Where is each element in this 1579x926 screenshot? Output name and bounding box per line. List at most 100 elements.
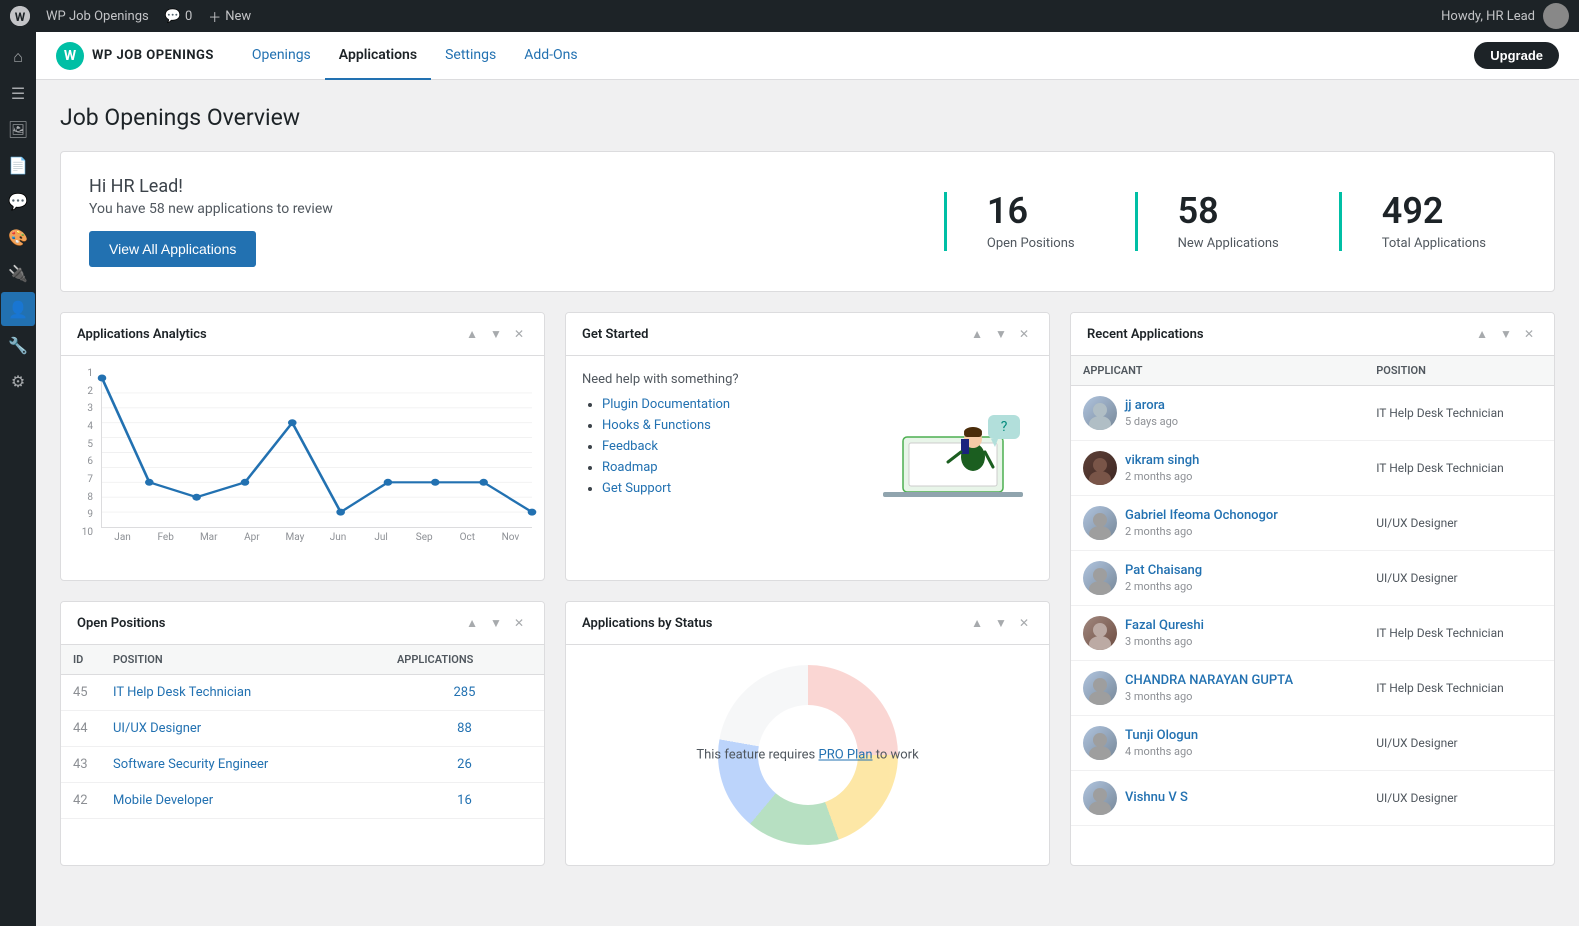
applicant-name-link[interactable]: Pat Chaisang bbox=[1125, 563, 1202, 578]
sidebar-item-media[interactable]: 🖼 bbox=[1, 112, 35, 146]
avatar bbox=[1083, 726, 1117, 760]
new-content-button[interactable]: ＋ New bbox=[208, 7, 251, 26]
feedback-link[interactable]: Feedback bbox=[602, 439, 658, 454]
open-positions-collapse-down-button[interactable]: ▼ bbox=[486, 614, 506, 632]
apps-by-status-body: This feature requires PRO Plan to work bbox=[566, 645, 1049, 865]
get-started-links: Need help with something? Plugin Documen… bbox=[582, 372, 857, 502]
applicant-name-link[interactable]: Fazal Qureshi bbox=[1125, 618, 1204, 633]
plugin-documentation-link[interactable]: Plugin Documentation bbox=[602, 397, 730, 412]
roadmap-link[interactable]: Roadmap bbox=[602, 460, 658, 475]
applicant-position: IT Help Desk Technician bbox=[1364, 661, 1554, 716]
applicant-cell: Fazal Qureshi 3 months ago bbox=[1083, 616, 1352, 650]
position-apps-count: 88 bbox=[457, 721, 472, 736]
sidebar-item-appearance[interactable]: 🎨 bbox=[1, 220, 35, 254]
applicant-name-link[interactable]: Tunji Ologun bbox=[1125, 728, 1198, 743]
chart-area bbox=[101, 378, 532, 528]
applicant-cell: Tunji Ologun 4 months ago bbox=[1083, 726, 1352, 760]
nav-applications[interactable]: Applications bbox=[325, 32, 431, 80]
applicant-name-link[interactable]: jj arora bbox=[1125, 398, 1165, 413]
list-item-feedback: Feedback bbox=[602, 439, 857, 454]
positions-table: ID POSITION APPLICATIONS 45 IT Help Desk… bbox=[61, 645, 544, 819]
get-started-close-button[interactable]: ✕ bbox=[1015, 325, 1033, 343]
sidebar-item-comments[interactable]: 💬 bbox=[1, 184, 35, 218]
recent-apps-collapse-down-button[interactable]: ▼ bbox=[1496, 325, 1516, 343]
applications-by-status-widget: Applications by Status ▲ ▼ ✕ This featur… bbox=[565, 601, 1050, 866]
applicant-position: IT Help Desk Technician bbox=[1364, 386, 1554, 441]
get-started-body: Need help with something? Plugin Documen… bbox=[566, 356, 1049, 518]
get-started-collapse-down-button[interactable]: ▼ bbox=[991, 325, 1011, 343]
list-item-plugin-docs: Plugin Documentation bbox=[602, 397, 857, 412]
apps-by-status-collapse-down-button[interactable]: ▼ bbox=[991, 614, 1011, 632]
sidebar-item-plugins[interactable]: 🔌 bbox=[1, 256, 35, 290]
position-name-link[interactable]: Mobile Developer bbox=[113, 793, 213, 808]
position-name-link[interactable]: IT Help Desk Technician bbox=[113, 685, 251, 700]
apps-by-status-collapse-up-button[interactable]: ▲ bbox=[967, 614, 987, 632]
applicant-cell: Pat Chaisang 2 months ago bbox=[1083, 561, 1352, 595]
applicant-position: UI/UX Designer bbox=[1364, 771, 1554, 826]
hooks-functions-link[interactable]: Hooks & Functions bbox=[602, 418, 711, 433]
applicant-time: 2 months ago bbox=[1125, 470, 1199, 483]
analytics-widget-header: Applications Analytics ▲ ▼ ✕ bbox=[61, 313, 544, 356]
position-name-link[interactable]: Software Security Engineer bbox=[113, 757, 268, 772]
avatar bbox=[1083, 451, 1117, 485]
analytics-widget: Applications Analytics ▲ ▼ ✕ 10 9 8 7 bbox=[60, 312, 545, 581]
applicant-time: 3 months ago bbox=[1125, 690, 1293, 703]
applicant-name-link[interactable]: vikram singh bbox=[1125, 453, 1199, 468]
recent-apps-close-button[interactable]: ✕ bbox=[1520, 325, 1538, 343]
nav-openings[interactable]: Openings bbox=[238, 32, 325, 80]
get-started-subtitle: Need help with something? bbox=[582, 372, 857, 387]
get-support-link[interactable]: Get Support bbox=[602, 481, 671, 496]
user-avatar[interactable] bbox=[1543, 3, 1569, 29]
get-started-collapse-up-button[interactable]: ▲ bbox=[967, 325, 987, 343]
get-started-header: Get Started ▲ ▼ ✕ bbox=[566, 313, 1049, 356]
applicant-cell: jj arora 5 days ago bbox=[1083, 396, 1352, 430]
stat-open-positions-number: 16 bbox=[987, 192, 1075, 232]
open-positions-body: ID POSITION APPLICATIONS 45 IT Help Desk… bbox=[61, 645, 544, 819]
nav-settings[interactable]: Settings bbox=[431, 32, 510, 80]
wp-logo: W bbox=[10, 6, 30, 26]
upgrade-button[interactable]: Upgrade bbox=[1474, 42, 1559, 69]
sidebar-item-pages[interactable]: 📄 bbox=[1, 148, 35, 182]
applicant-time: 3 months ago bbox=[1125, 635, 1204, 648]
chart-x-labels: Jan Feb Mar Apr May Jun Jul Sep Oct Nov bbox=[101, 532, 532, 543]
get-started-illustration: ? bbox=[873, 372, 1033, 502]
get-started-title: Get Started bbox=[582, 327, 967, 342]
comments-count[interactable]: 💬 0 bbox=[165, 9, 193, 24]
applicant-name-link[interactable]: Gabriel Ifeoma Ochonogor bbox=[1125, 508, 1278, 523]
recent-apps-collapse-up-button[interactable]: ▲ bbox=[1472, 325, 1492, 343]
sidebar-item-tools[interactable]: 🔧 bbox=[1, 328, 35, 362]
open-positions-close-button[interactable]: ✕ bbox=[510, 614, 528, 632]
analytics-collapse-down-button[interactable]: ▼ bbox=[486, 325, 506, 343]
sidebar-item-settings[interactable]: ⚙ bbox=[1, 364, 35, 398]
site-name[interactable]: WP Job Openings bbox=[46, 9, 149, 24]
welcome-greeting: Hi HR Lead! bbox=[89, 176, 924, 197]
welcome-message: You have 58 new applications to review bbox=[89, 201, 924, 217]
sidebar-item-dashboard[interactable]: ⌂ bbox=[1, 40, 35, 74]
stat-total-applications: 492 Total Applications bbox=[1339, 192, 1526, 251]
stat-open-positions: 16 Open Positions bbox=[944, 192, 1115, 251]
list-item-hooks: Hooks & Functions bbox=[602, 418, 857, 433]
table-row: 45 IT Help Desk Technician 285 bbox=[61, 675, 544, 711]
stat-new-applications-number: 58 bbox=[1178, 192, 1279, 232]
analytics-close-button[interactable]: ✕ bbox=[510, 325, 528, 343]
apps-by-status-close-button[interactable]: ✕ bbox=[1015, 614, 1033, 632]
nav-addons[interactable]: Add-Ons bbox=[510, 32, 591, 80]
avatar bbox=[1083, 506, 1117, 540]
recent-applications-table: APPLICANT POSITION bbox=[1071, 356, 1554, 826]
comment-bubble-icon: 💬 bbox=[165, 9, 181, 24]
sidebar-item-posts[interactable]: ☰ bbox=[1, 76, 35, 110]
sidebar-item-users[interactable]: 👤 bbox=[1, 292, 35, 326]
analytics-collapse-up-button[interactable]: ▲ bbox=[462, 325, 482, 343]
table-row: vikram singh 2 months ago IT Help Desk T… bbox=[1071, 441, 1554, 496]
welcome-text: Hi HR Lead! You have 58 new applications… bbox=[89, 176, 924, 267]
pro-plan-link[interactable]: PRO Plan bbox=[819, 748, 873, 763]
avatar bbox=[1083, 396, 1117, 430]
position-name-link[interactable]: UI/UX Designer bbox=[113, 721, 201, 736]
applicant-name-link[interactable]: Vishnu V S bbox=[1125, 790, 1188, 805]
user-greeting: Howdy, HR Lead bbox=[1441, 3, 1569, 29]
apps-by-status-header: Applications by Status ▲ ▼ ✕ bbox=[566, 602, 1049, 645]
applicant-cell: Vishnu V S bbox=[1083, 781, 1352, 815]
open-positions-collapse-up-button[interactable]: ▲ bbox=[462, 614, 482, 632]
view-all-applications-button[interactable]: View All Applications bbox=[89, 231, 256, 267]
applicant-name-link[interactable]: CHANDRA NARAYAN GUPTA bbox=[1125, 673, 1293, 688]
